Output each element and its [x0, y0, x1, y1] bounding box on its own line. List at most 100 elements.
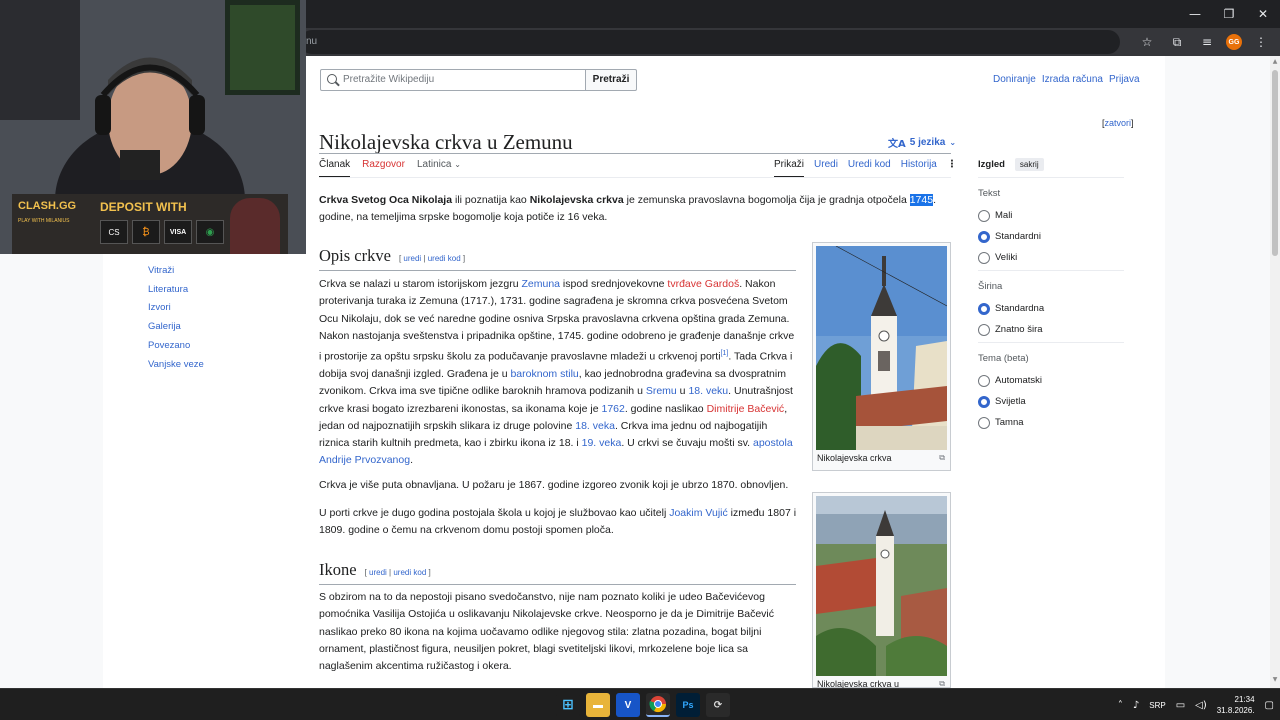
- clock[interactable]: 21:34 31.8.2026.: [1217, 694, 1255, 716]
- toc-item-galerija[interactable]: Galerija: [148, 318, 204, 337]
- section-edit-link[interactable]: uredi: [369, 568, 387, 577]
- section-edit-source-link[interactable]: uredi kod: [428, 254, 461, 263]
- toc-item-vanjske-veze[interactable]: Vanjske veze: [148, 356, 204, 375]
- selected-year: 1745: [909, 194, 934, 206]
- link-bacevic[interactable]: Dimitrije Bačević: [707, 403, 785, 415]
- address-bar[interactable]: nu: [300, 30, 1120, 54]
- search-input[interactable]: Pretražite Wikipediju: [320, 69, 586, 91]
- star-icon[interactable]: ☆: [1136, 31, 1158, 53]
- extensions-icon[interactable]: ⧉: [1166, 31, 1188, 53]
- theme-option-label: Tamna: [995, 417, 1024, 428]
- language-button[interactable]: 文A 5 jezika ⌄: [888, 135, 956, 150]
- link-joakim-vujic[interactable]: Joakim Vujić: [669, 507, 728, 519]
- tab-edit-source[interactable]: Uredi kod: [848, 159, 891, 178]
- tab-variant[interactable]: Latinica ⌄: [417, 159, 461, 178]
- volume-icon[interactable]: ◁): [1195, 700, 1207, 711]
- link-srem[interactable]: Sremu: [646, 385, 677, 397]
- tab-edit[interactable]: Uredi: [814, 159, 838, 178]
- file-explorer-icon[interactable]: ▬: [586, 693, 610, 717]
- chrome-icon[interactable]: [646, 693, 670, 717]
- profile-avatar[interactable]: GG: [1226, 34, 1242, 50]
- section-divider: [319, 584, 796, 585]
- link-barok[interactable]: baroknom stilu: [510, 368, 578, 380]
- page-scrollbar[interactable]: ▲ ▼: [1270, 56, 1280, 688]
- tab-article[interactable]: Članak: [319, 159, 351, 178]
- radio-button[interactable]: [978, 323, 990, 336]
- close-icon[interactable]: ✕: [1246, 0, 1280, 28]
- scroll-thumb[interactable]: [1272, 70, 1278, 256]
- section-edit-link[interactable]: uredi: [403, 254, 421, 263]
- donate-link[interactable]: Doniranje: [993, 74, 1036, 85]
- radio-button[interactable]: [978, 209, 990, 222]
- scroll-up-icon[interactable]: ▲: [1270, 58, 1280, 68]
- tab-talk[interactable]: Razgovor: [362, 159, 405, 178]
- section-edit-source-link[interactable]: uredi kod: [393, 568, 426, 577]
- radio-button[interactable]: [978, 395, 990, 408]
- toc-item-izvori[interactable]: Izvori: [148, 299, 204, 318]
- width-option[interactable]: Standardna: [978, 298, 1124, 319]
- theme-option-label: Automatski: [995, 375, 1042, 386]
- image-thumbnail-1[interactable]: Nikolajevska crkva ⧉: [812, 242, 951, 471]
- close-toc-link[interactable]: zatvori: [1105, 118, 1132, 128]
- link-18-vek[interactable]: 18. veku: [688, 385, 728, 397]
- hide-appearance-button[interactable]: sakrij: [1014, 158, 1044, 171]
- church-aerial-photo[interactable]: [816, 496, 947, 676]
- link-zemun[interactable]: Zemuna: [521, 278, 560, 290]
- link-gardos[interactable]: tvrđave Gardoš: [667, 278, 739, 290]
- browser-menu-icon[interactable]: ⋮: [1250, 31, 1272, 53]
- toc-item-vitrazi[interactable]: Vitraži: [148, 262, 204, 281]
- enlarge-icon[interactable]: ⧉: [939, 453, 945, 463]
- width-option[interactable]: Znatno šira: [978, 319, 1124, 340]
- deposit-label: DEPOSIT WITH: [100, 200, 187, 214]
- theme-option[interactable]: Tamna: [978, 412, 1124, 433]
- language-indicator[interactable]: SRP: [1149, 701, 1165, 710]
- enlarge-icon[interactable]: ⧉: [939, 679, 945, 688]
- more-actions-icon[interactable]: ⋮: [947, 159, 957, 178]
- theme-option[interactable]: Svijetla: [978, 391, 1124, 412]
- radio-button[interactable]: [978, 416, 990, 429]
- toc-item-literatura[interactable]: Literatura: [148, 281, 204, 300]
- image-thumbnail-2[interactable]: Nikolajevska crkva u ⧉: [812, 492, 951, 688]
- network-icon[interactable]: ▭: [1176, 700, 1185, 711]
- tab-read[interactable]: Prikaži: [774, 159, 805, 178]
- restore-icon[interactable]: ❐: [1212, 0, 1246, 28]
- link-19-veka[interactable]: 19. veka: [582, 437, 622, 449]
- theme-option[interactable]: Automatski: [978, 370, 1124, 391]
- chevron-down-icon: ⌄: [454, 160, 461, 169]
- media-icon[interactable]: ≡: [1196, 31, 1218, 53]
- radio-button[interactable]: [978, 230, 990, 243]
- text-size-option[interactable]: Mali: [978, 205, 1124, 226]
- chevron-up-icon[interactable]: ˄: [1118, 700, 1123, 711]
- tabs-divider: [319, 177, 951, 178]
- toc-item-povezano[interactable]: Povezano: [148, 337, 204, 356]
- text-size-option-label: Standardni: [995, 231, 1041, 242]
- start-icon[interactable]: ⊞: [556, 693, 580, 717]
- link-18-veka[interactable]: 18. veka: [575, 420, 615, 432]
- clock-date: 31.8.2026.: [1216, 706, 1255, 715]
- text-size-option[interactable]: Veliki: [978, 247, 1124, 268]
- text-size-option[interactable]: Standardni: [978, 226, 1124, 247]
- church-photo[interactable]: [816, 246, 947, 450]
- section-divider: [319, 270, 796, 271]
- radio-button[interactable]: [978, 374, 990, 387]
- radio-button[interactable]: [978, 251, 990, 264]
- obs-icon[interactable]: ⟳: [706, 693, 730, 717]
- visa-icon: VISA: [164, 220, 192, 244]
- radio-button[interactable]: [978, 302, 990, 315]
- tab-history[interactable]: Historija: [901, 159, 937, 178]
- vegas-icon[interactable]: V: [616, 693, 640, 717]
- paragraph-opis-1: Crkva se nalazi u starom istorijskom jez…: [319, 278, 795, 467]
- width-option-label: Standardna: [995, 303, 1045, 314]
- create-account-link[interactable]: Izrada računa: [1042, 74, 1103, 85]
- paragraph-opis-2: Crkva je više puta obnavljana. U požaru …: [319, 479, 789, 491]
- taskbar: ⊞ ▬ V Ps ⟳ ˄ ♪ SRP ▭ ◁) 21:34 31.8.2026.…: [0, 688, 1280, 720]
- notification-icon[interactable]: ▢: [1265, 700, 1274, 711]
- photoshop-icon[interactable]: Ps: [676, 693, 700, 717]
- link-1762[interactable]: 1762: [601, 403, 624, 415]
- search-button[interactable]: Pretraži: [586, 69, 637, 91]
- scroll-down-icon[interactable]: ▼: [1270, 676, 1280, 686]
- width-label: Širina: [978, 281, 1003, 292]
- login-link[interactable]: Prijava: [1109, 74, 1140, 85]
- microphone-icon[interactable]: ♪: [1133, 700, 1139, 711]
- minimize-icon[interactable]: —: [1178, 0, 1212, 28]
